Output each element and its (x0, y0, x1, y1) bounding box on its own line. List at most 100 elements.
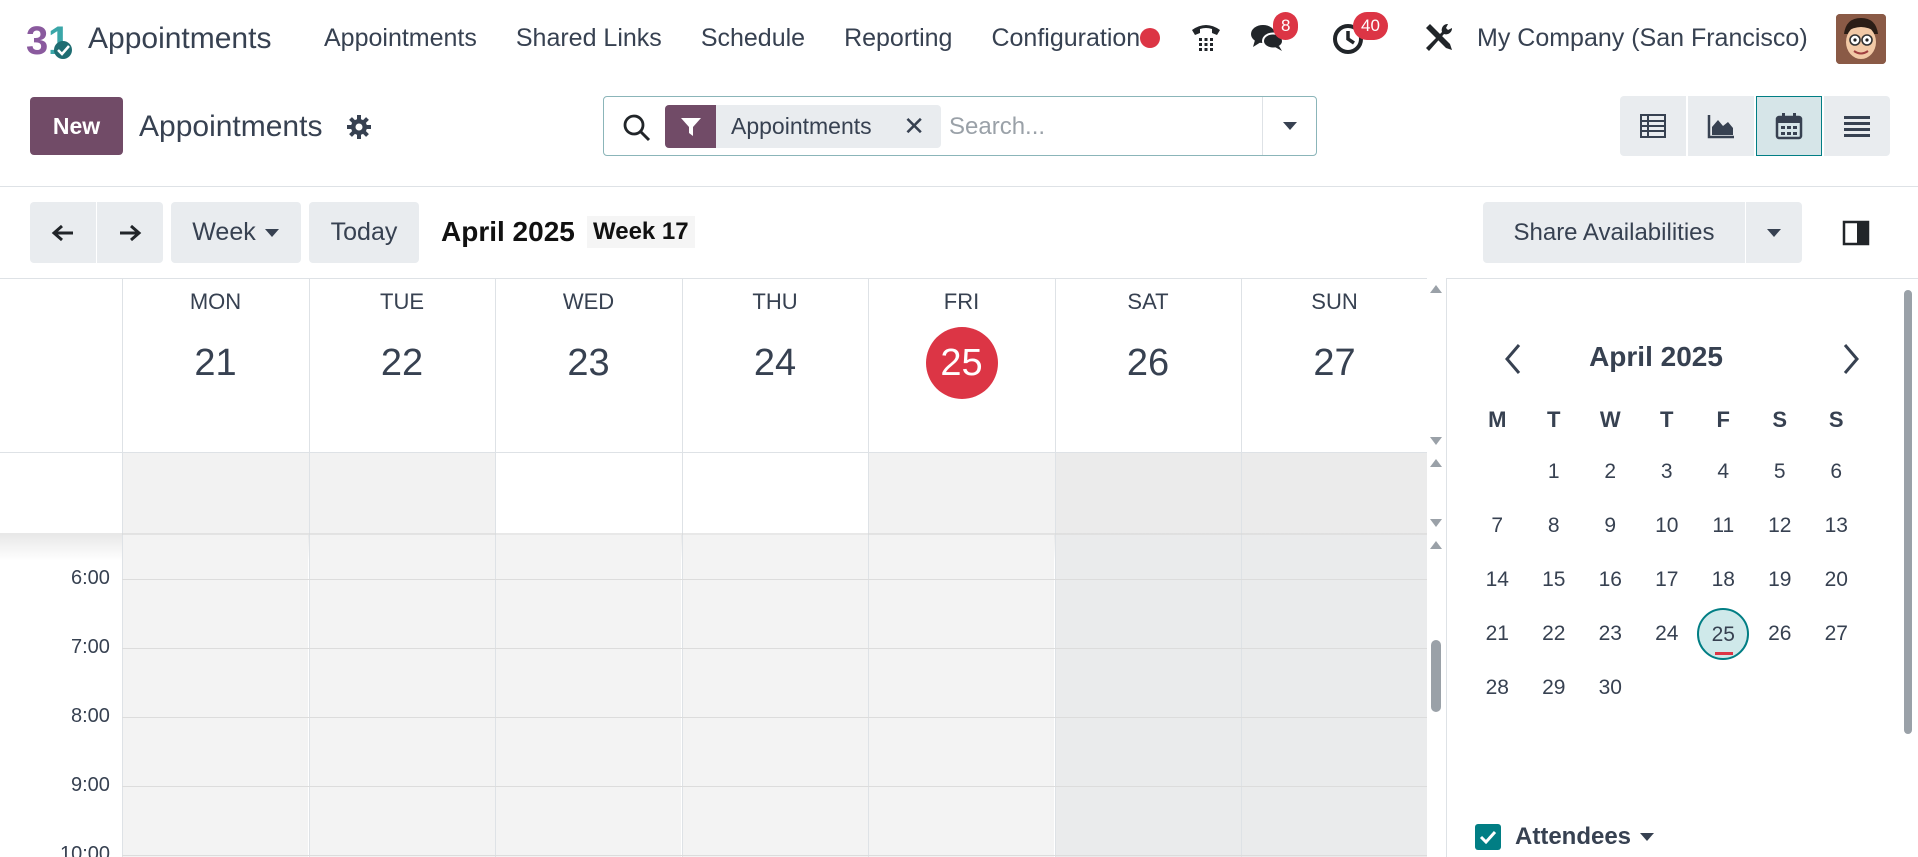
day-header[interactable]: TUE 22 (308, 279, 495, 452)
hamburger-list-icon (1844, 116, 1870, 137)
menu-schedule[interactable]: Schedule (701, 24, 805, 53)
day-of-week: THU (752, 289, 798, 314)
new-button[interactable]: New (30, 97, 123, 155)
day-column[interactable] (122, 535, 308, 857)
scroll-up-icon[interactable] (1429, 540, 1443, 550)
mini-day[interactable]: 23 (1582, 607, 1639, 661)
scroll-up-icon[interactable] (1429, 284, 1443, 294)
mini-day[interactable]: 26 (1752, 607, 1809, 661)
debug-tools-icon[interactable] (1420, 20, 1456, 56)
list-view-button[interactable] (1620, 96, 1686, 156)
allday-cell[interactable] (308, 452, 495, 535)
mini-day[interactable]: 10 (1639, 499, 1696, 553)
mini-weekday: W (1599, 407, 1621, 432)
app-logo-icon[interactable]: 3 1 (26, 18, 74, 60)
phone-icon[interactable] (1188, 20, 1224, 56)
mini-day[interactable]: 14 (1469, 553, 1526, 607)
day-header[interactable]: WED 23 (495, 279, 681, 452)
graph-view-button[interactable] (1688, 96, 1754, 156)
allday-cell[interactable] (122, 452, 309, 535)
mini-day[interactable]: 17 (1639, 553, 1696, 607)
company-switcher[interactable]: My Company (San Francisco) (1477, 24, 1808, 53)
mini-day[interactable]: 24 (1639, 607, 1696, 661)
day-header[interactable]: SAT 26 (1054, 279, 1241, 452)
mini-day[interactable]: 2 (1582, 445, 1639, 499)
search-icon[interactable] (622, 113, 652, 143)
search-facet-label: Appointments (731, 113, 872, 139)
mini-day[interactable]: 29 (1526, 661, 1583, 715)
mini-day[interactable]: 21 (1469, 607, 1526, 661)
next-period-button[interactable] (97, 202, 163, 263)
mini-day[interactable]: 28 (1469, 661, 1526, 715)
mini-day[interactable]: 6 (1808, 445, 1865, 499)
allday-gutter (0, 452, 122, 535)
table-view-button[interactable] (1824, 96, 1890, 156)
mini-day[interactable]: 30 (1582, 661, 1639, 715)
today-button[interactable]: Today (309, 202, 419, 263)
allday-cell[interactable] (495, 452, 682, 535)
scroll-down-icon[interactable] (1429, 518, 1443, 528)
menu-reporting[interactable]: Reporting (844, 24, 952, 53)
day-header[interactable]: THU 24 (681, 279, 868, 452)
scale-dropdown[interactable]: Week (171, 202, 301, 263)
mini-weekday: M (1488, 407, 1507, 432)
caret-down-icon (1282, 122, 1297, 130)
menu-shared-links[interactable]: Shared Links (516, 24, 662, 53)
day-of-week: SUN (1311, 289, 1358, 314)
mini-day[interactable]: 5 (1752, 445, 1809, 499)
mini-day[interactable]: 3 (1639, 445, 1696, 499)
attendees-filter[interactable]: Attendees (1475, 823, 1655, 851)
allday-cell[interactable] (1054, 452, 1241, 535)
mini-day[interactable]: 18 (1695, 553, 1752, 607)
chevron-right-icon[interactable] (1835, 341, 1865, 377)
allday-cell[interactable] (1241, 452, 1427, 535)
day-header[interactable]: FRI 25 (868, 279, 1054, 452)
mini-day[interactable]: 15 (1526, 553, 1583, 607)
day-column[interactable] (495, 535, 681, 857)
previous-period-button[interactable] (30, 202, 96, 263)
mini-day[interactable]: 4 (1695, 445, 1752, 499)
gear-icon[interactable] (346, 114, 372, 140)
mini-day[interactable]: 19 (1752, 553, 1809, 607)
share-options-toggle[interactable] (1746, 202, 1802, 263)
calendar-view-button[interactable] (1756, 96, 1822, 156)
allday-cell[interactable] (868, 452, 1055, 535)
day-header[interactable]: SUN 27 (1241, 279, 1427, 452)
close-icon[interactable]: ✕ (903, 113, 925, 139)
scroll-down-icon[interactable] (1429, 436, 1443, 446)
menu-appointments[interactable]: Appointments (324, 24, 477, 53)
day-of-week: SAT (1127, 289, 1169, 314)
day-header[interactable]: MON 21 (122, 279, 308, 452)
scroll-up-icon[interactable] (1429, 458, 1443, 468)
menu-configuration[interactable]: Configuration (991, 24, 1153, 53)
calendar-scrollbar[interactable] (1431, 640, 1441, 712)
user-avatar[interactable] (1836, 14, 1886, 64)
sidebar-toggle-icon[interactable] (1842, 220, 1870, 246)
mini-day[interactable]: 13 (1808, 499, 1865, 553)
search-options-toggle[interactable] (1262, 97, 1316, 155)
mini-day-today[interactable]: 25 (1695, 607, 1752, 661)
attendees-checkbox[interactable] (1475, 824, 1501, 850)
mini-day[interactable]: 12 (1752, 499, 1809, 553)
day-column[interactable] (681, 535, 868, 857)
allday-cell[interactable] (681, 452, 868, 535)
mini-day[interactable]: 9 (1582, 499, 1639, 553)
mini-day[interactable]: 27 (1808, 607, 1865, 661)
sidebar-scrollbar[interactable] (1904, 290, 1912, 734)
search-input[interactable] (949, 109, 1249, 145)
day-column[interactable] (308, 535, 495, 857)
day-column[interactable] (868, 535, 1054, 857)
mini-day[interactable]: 22 (1526, 607, 1583, 661)
mini-day[interactable]: 8 (1526, 499, 1583, 553)
hour-gridline (122, 855, 1427, 856)
day-column[interactable] (1241, 535, 1427, 857)
time-grid[interactable]: 6:00 7:00 8:00 9:00 10:00 (0, 535, 1427, 857)
app-title[interactable]: Appointments (88, 22, 271, 56)
mini-day[interactable]: 7 (1469, 499, 1526, 553)
mini-day[interactable]: 11 (1695, 499, 1752, 553)
mini-day[interactable]: 1 (1526, 445, 1583, 499)
day-column[interactable] (1054, 535, 1241, 857)
share-availabilities-button[interactable]: Share Availabilities (1483, 202, 1745, 263)
mini-day[interactable]: 16 (1582, 553, 1639, 607)
mini-day[interactable]: 20 (1808, 553, 1865, 607)
